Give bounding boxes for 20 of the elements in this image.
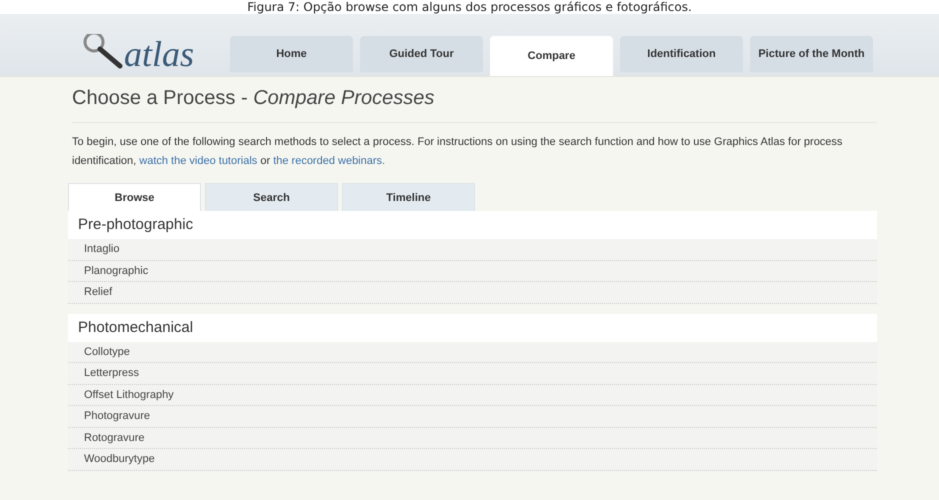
webinars-link[interactable]: the recorded webinars. xyxy=(273,155,386,167)
browse-tab[interactable]: Search xyxy=(205,183,338,211)
video-tutorials-link[interactable]: watch the video tutorials xyxy=(139,155,258,167)
nav-tab[interactable]: Compare xyxy=(490,36,613,76)
process-item[interactable]: Offset Lithography xyxy=(68,384,877,406)
process-item[interactable]: Rotogravure xyxy=(68,428,877,449)
category-heading: Photomechanical xyxy=(68,314,877,342)
nav-tab[interactable]: Home xyxy=(230,36,353,72)
process-item[interactable]: Planographic xyxy=(68,260,877,282)
figure-caption: Figura 7: Opção browse com alguns dos processos gráficos e fotográficos. xyxy=(0,0,939,14)
nav-tab[interactable]: Picture of the Month xyxy=(750,36,873,72)
category-heading: Pre-photographic xyxy=(68,211,877,239)
nav-tab[interactable]: Guided Tour xyxy=(360,36,483,72)
page-heading: Choose a Process - Compare Processes xyxy=(72,87,877,123)
logo[interactable]: atlas xyxy=(124,32,194,76)
process-item[interactable]: Collotype xyxy=(68,342,877,363)
intro-paragraph: To begin, use one of the following search methods to select a process. For instructions on using the search function and how to use Graphics Atlas for process identification, watch the video tutorials or the recorded webinars. xyxy=(72,135,844,169)
nav-tab[interactable]: Identification xyxy=(620,36,743,72)
browse-tab[interactable]: Browse xyxy=(68,183,201,211)
browse-tab[interactable]: Timeline xyxy=(342,183,475,211)
